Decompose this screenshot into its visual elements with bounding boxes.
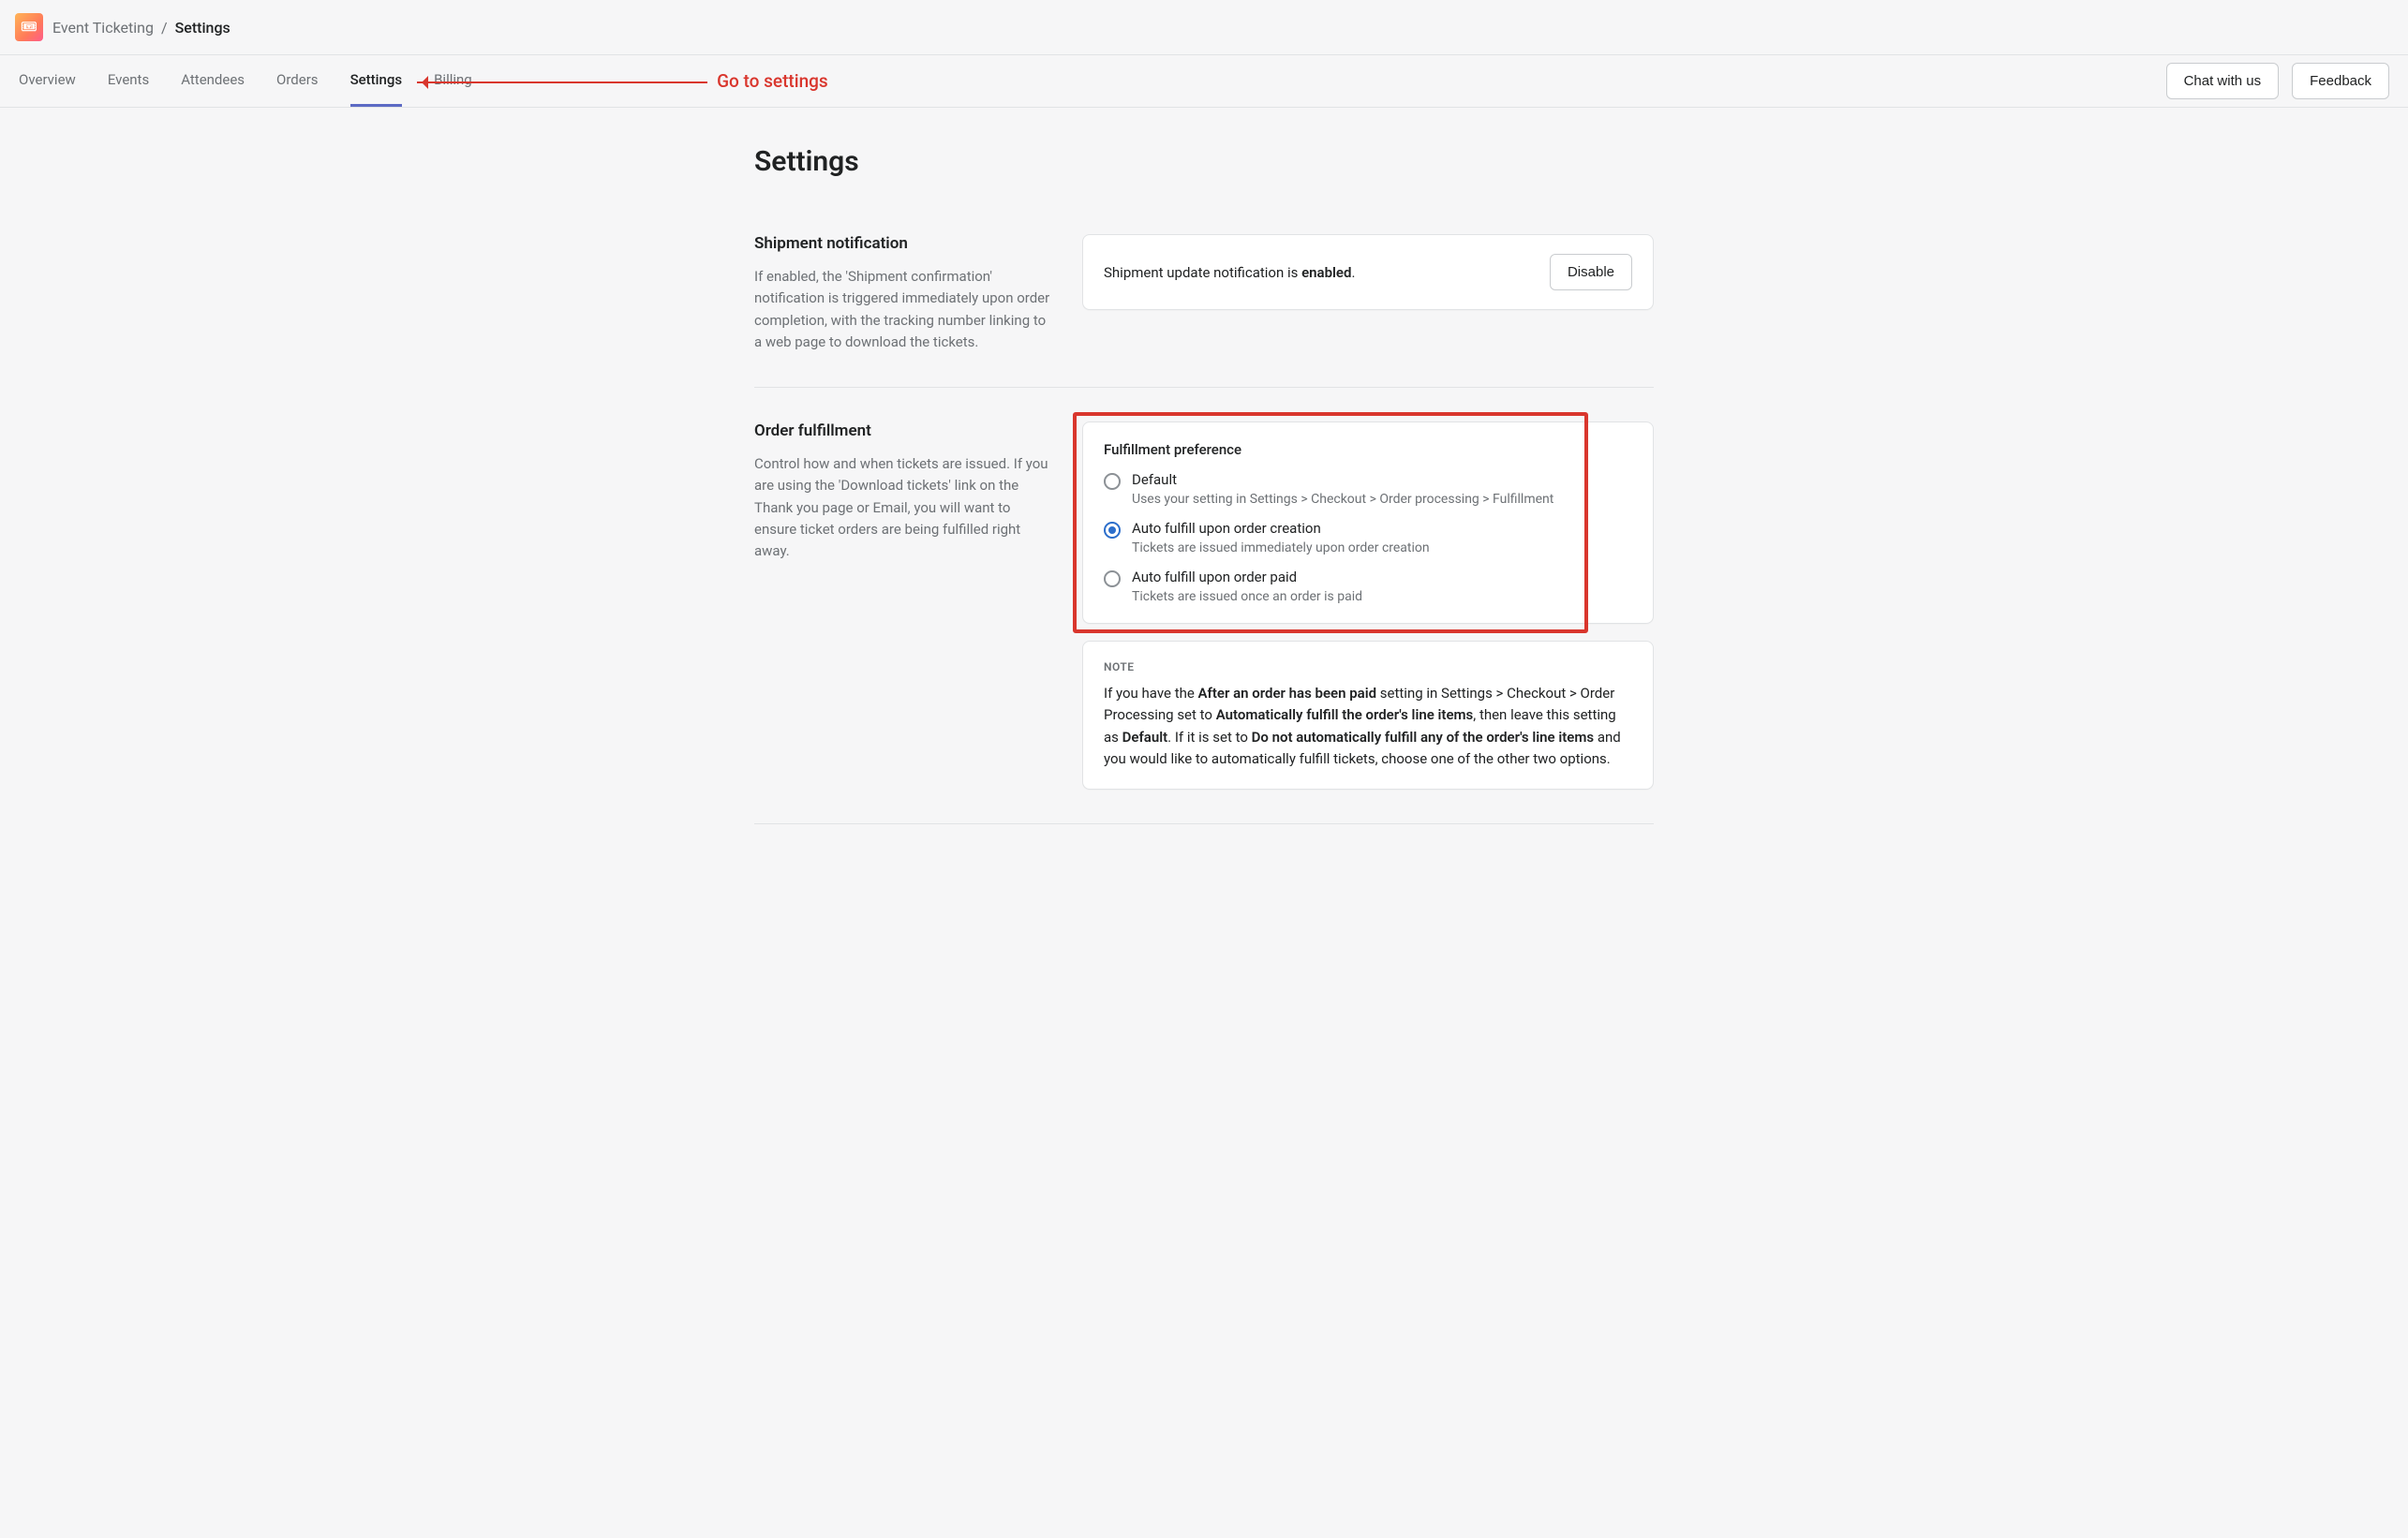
chat-button[interactable]: Chat with us [2166,63,2280,99]
shipment-status-prefix: Shipment update notification is [1104,264,1301,281]
radio-auto-on-paid[interactable]: Auto fulfill upon order paid Tickets are… [1104,569,1632,604]
note-bold: Default [1122,729,1168,746]
note-label: NOTE [1104,660,1632,673]
breadcrumb-app[interactable]: Event Ticketing [52,19,154,37]
shipment-disable-button[interactable]: Disable [1550,254,1632,290]
radio-auto-paid-desc: Tickets are issued once an order is paid [1132,589,1362,604]
app-icon: 🎟 [15,13,43,41]
shipment-desc: If enabled, the 'Shipment confirmation' … [754,266,1054,353]
tab-events[interactable]: Events [108,55,149,107]
tab-overview[interactable]: Overview [19,55,76,107]
fulfillment-card-title: Fulfillment preference [1104,441,1632,458]
note-span: If you have the [1104,685,1198,702]
note-text: If you have the After an order has been … [1104,683,1632,770]
breadcrumb-page: Settings [175,19,230,37]
page-root: 🎟 Event Ticketing / Settings Overview Ev… [0,0,2408,892]
radio-auto-paid-label: Auto fulfill upon order paid [1132,569,1362,585]
breadcrumb-separator: / [161,19,168,37]
section-fulfillment-left: Order fulfillment Control how and when t… [754,421,1054,790]
tab-attendees[interactable]: Attendees [181,55,245,107]
topbar: 🎟 Event Ticketing / Settings [0,0,2408,55]
shipment-status: Shipment update notification is enabled. [1104,264,1355,281]
tabs-bar: Overview Events Attendees Orders Setting… [0,55,2408,108]
fulfillment-card: Fulfillment preference Default Uses your… [1082,421,1654,624]
breadcrumb: Event Ticketing / Settings [52,19,230,37]
shipment-status-suffix: . [1351,264,1355,281]
section-fulfillment: Order fulfillment Control how and when t… [754,399,1654,812]
radio-dot-icon [1104,522,1121,539]
radio-dot-icon [1104,473,1121,490]
note-bold: Automatically fulfill the order's line i… [1216,706,1474,723]
radio-dot-icon [1104,570,1121,587]
radio-auto-on-create[interactable]: Auto fulfill upon order creation Tickets… [1104,520,1632,555]
shipment-card: Shipment update notification is enabled.… [1082,234,1654,310]
tabs-list: Overview Events Attendees Orders Setting… [19,55,472,107]
radio-auto-create-desc: Tickets are issued immediately upon orde… [1132,540,1430,555]
section-shipment-left: Shipment notification If enabled, the 'S… [754,234,1054,353]
fulfillment-radio-group: Default Uses your setting in Settings > … [1104,471,1632,604]
note-span: . If it is set to [1167,729,1251,746]
section-divider [754,387,1654,388]
note-bold: Do not automatically fulfill any of the … [1252,729,1594,746]
tab-orders[interactable]: Orders [276,55,319,107]
fulfillment-note-card: NOTE If you have the After an order has … [1082,641,1654,790]
radio-default-label: Default [1132,471,1553,488]
section-shipment: Shipment notification If enabled, the 'S… [754,212,1654,376]
radio-auto-create-label: Auto fulfill upon order creation [1132,520,1430,537]
section-divider [754,823,1654,824]
feedback-button[interactable]: Feedback [2292,63,2389,99]
radio-default-desc: Uses your setting in Settings > Checkout… [1132,492,1553,507]
radio-default[interactable]: Default Uses your setting in Settings > … [1104,471,1632,507]
page-title: Settings [754,145,1654,178]
tabs-actions: Chat with us Feedback [2166,63,2389,99]
fulfillment-desc: Control how and when tickets are issued.… [754,453,1054,562]
shipment-title: Shipment notification [754,234,1054,253]
fulfillment-title: Order fulfillment [754,421,1054,440]
main-content: Settings Shipment notification If enable… [736,108,1672,892]
tab-billing[interactable]: Billing [434,55,472,107]
note-bold: After an order has been paid [1198,685,1377,702]
tab-settings[interactable]: Settings [350,55,403,107]
shipment-status-value: enabled [1301,264,1351,281]
